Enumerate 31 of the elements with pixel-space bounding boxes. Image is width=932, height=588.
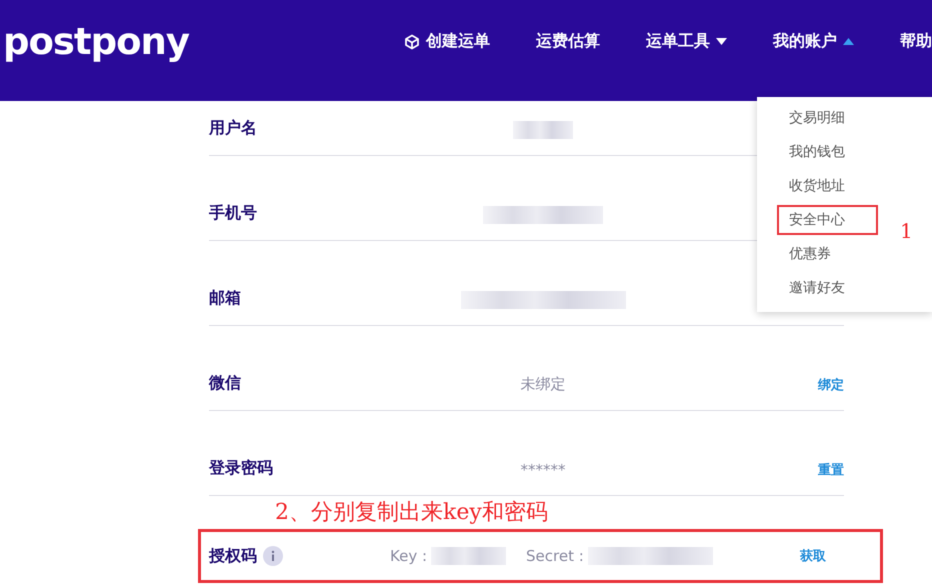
action-link[interactable]: 绑定 — [818, 378, 844, 393]
field-label: 手机号 — [209, 203, 258, 224]
annotation-number: 1 — [900, 219, 913, 243]
nav-link[interactable]: 帮助 — [900, 31, 932, 52]
nav-link[interactable]: 运费估算 — [536, 31, 600, 52]
action-link[interactable]: 获取 — [800, 549, 826, 564]
info-icon[interactable] — [263, 546, 283, 566]
logo[interactable]: postpony — [3, 20, 189, 63]
annotation-text: 2、分别复制出来key和密码 — [275, 499, 548, 527]
cube-icon — [404, 34, 420, 50]
field-label: 微信 — [209, 373, 242, 394]
menu-item[interactable]: 我的钱包 — [777, 137, 878, 167]
field-label: 用户名 — [209, 118, 258, 139]
menu-item[interactable]: 邀请好友 — [777, 273, 878, 303]
menu-item[interactable]: 交易明细 — [777, 103, 878, 133]
field-value: 未绑定 — [520, 375, 566, 394]
field-label: 登录密码 — [209, 458, 274, 479]
menu-item[interactable]: 收货地址 — [777, 171, 878, 201]
action-link[interactable]: 重置 — [818, 463, 844, 478]
menu-item[interactable]: 安全中心 — [777, 205, 878, 235]
menu-item[interactable]: 优惠券 — [777, 239, 878, 269]
caret-icon — [716, 38, 727, 45]
secret-label: Secret : — [526, 547, 584, 565]
nav-link[interactable]: 运单工具 — [646, 31, 727, 52]
key-label: Key : — [390, 547, 428, 565]
caret-icon — [843, 38, 854, 45]
field-value: ****** — [520, 461, 566, 479]
nav-link[interactable]: 创建运单 — [404, 31, 490, 52]
nav-link[interactable]: 我的账户 — [773, 31, 854, 52]
field-label: 邮箱 — [209, 288, 242, 309]
field-label: 授权码 — [209, 546, 257, 566]
